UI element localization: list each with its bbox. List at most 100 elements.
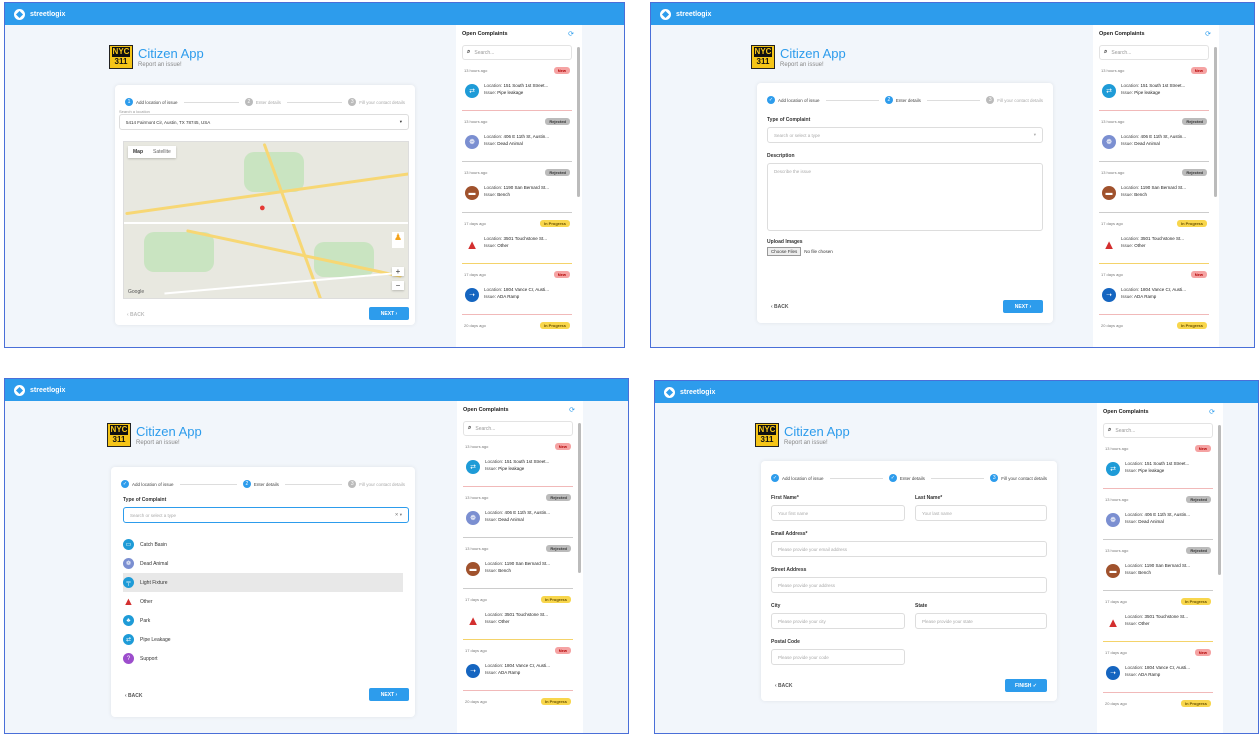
back-button[interactable]: ‹ BACK [775,683,793,689]
ramp-icon: ➝ [1106,666,1120,680]
complaint-item[interactable]: 20 days ago In Progress [463,696,573,733]
status-badge: New [553,67,570,74]
search-icon: ⌕ [468,425,472,431]
option-other[interactable]: ▲ Other [123,592,403,611]
complaint-type-select[interactable]: Search or select a type ▾ [767,127,1043,143]
complaint-item[interactable]: 13 hours ago Rejected ❁ Location: 406 E 11t… [1099,116,1209,162]
status-badge: New [1194,649,1211,656]
stepper: 1 Add location of issue 2 Enter details 3F… [125,97,405,107]
option-catch-basin[interactable]: ▭ Catch Basin [123,535,403,554]
complaint-list: 13 hours ago New ⇄ Location: 151 South 1st … [1103,443,1213,733]
status-badge: New [554,647,571,654]
complaint-item[interactable]: 13 hours ago Rejected ❁ Location: 406 E 11t… [463,492,573,538]
complaint-item[interactable]: 17 days ago New ➝ Location: 1804 Vance Cr, … [1103,647,1213,693]
streetlogix-logo-icon [14,8,25,20]
complaint-item[interactable]: 13 hours ago Rejected ▬ Location: 1190 San … [463,543,573,589]
complaint-item[interactable]: 13 hours ago Rejected ▬ Location: 1190 San … [1099,167,1209,213]
location-pin-icon[interactable]: ● [259,202,266,214]
back-button[interactable]: ‹ BACK [125,693,143,699]
animal-icon: ❁ [1106,513,1120,527]
finish-button[interactable]: FINISH ✓ [1005,679,1047,692]
last-name-label: Last Name* [915,495,943,501]
complaint-item[interactable]: 20 days ago In Progress [1103,698,1213,733]
file-upload-input[interactable]: Choose Files No file chosen [767,247,833,256]
bench-icon: ▬ [466,562,480,576]
city-label: City [771,603,781,609]
zoom-in-button[interactable]: + [392,267,404,276]
complaint-item[interactable]: 13 hours ago New ⇄ Location: 151 South 1st … [1103,443,1213,489]
screen-type-dropdown: streetlogix NYC 311 Citizen App Report an … [4,378,629,734]
complaint-item[interactable]: 17 days ago In Progress ▲ Location: 3501 To… [1099,218,1209,264]
location-search-input[interactable]: 5414 Fairmont Cir, Austin, TX 78745, USA… [119,114,409,130]
description-textarea[interactable]: Describe the issue [767,163,1043,231]
refresh-icon[interactable]: ⟳ [1205,30,1211,38]
complaints-sidebar: Open Complaints ⟳ ⌕ Search... 13 hours ag… [457,401,583,733]
option-light-fixture[interactable]: ╤ Light Fixture [123,573,403,592]
screen-contact-step: streetlogix NYC 311 Citizen App Report an … [654,380,1259,734]
complaint-item[interactable]: 17 days ago New ➝ Location: 1804 Vance Cr, … [463,645,573,691]
status-badge: In Progress [539,220,570,227]
next-button[interactable]: NEXT › [369,688,409,701]
brand-name: streetlogix [30,10,66,18]
option-dead-animal[interactable]: ❁ Dead Animal [123,554,403,573]
postal-code-input[interactable]: Please provide your code [771,649,905,665]
sidebar-scrollbar[interactable] [578,423,581,573]
map-view[interactable]: Map Satellite ● + − ♟ Google [123,141,409,299]
app-header: NYC 311 Citizen App Report an issue! [755,423,850,447]
complaint-item[interactable]: 13 hours ago New ⇄ Location: 151 South 1st … [463,441,573,487]
complaint-item[interactable]: 13 hours ago Rejected ▬ Location: 1190 San … [1103,545,1213,591]
complaint-item[interactable]: 17 days ago New ➝ Location: 1804 Vance Cr, … [462,269,572,315]
pipe-icon: ⇄ [1102,84,1116,98]
refresh-icon[interactable]: ⟳ [568,30,574,38]
status-badge: Rejected [1186,496,1211,503]
zoom-out-button[interactable]: − [392,281,404,290]
search-icon: ⌕ [1108,427,1112,433]
sidebar-scrollbar[interactable] [1214,47,1217,197]
complaint-item[interactable]: 17 days ago New ➝ Location: 1804 Vance Cr, … [1099,269,1209,315]
complaint-item[interactable]: 13 hours ago Rejected ❁ Location: 406 E 11t… [462,116,572,162]
option-park[interactable]: ♣ Park [123,611,403,630]
email-input[interactable]: Please provide your email address [771,541,1047,557]
complaint-search-input[interactable]: ⌕ Search... [463,421,573,436]
complaint-search-input[interactable]: ⌕ Search... [1103,423,1213,438]
complaint-item[interactable]: 17 days ago In Progress ▲ Location: 3501 To… [462,218,572,264]
step-contact: 3 Fill your contact details [348,480,405,488]
complaint-item[interactable]: 13 hours ago New ⇄ Location: 151 South 1st … [1099,65,1209,111]
status-badge: New [1194,445,1211,452]
animal-icon: ❁ [466,511,480,525]
complaint-item[interactable]: 17 days ago In Progress ▲ Location: 3501 To… [463,594,573,640]
last-name-input[interactable]: Your last name [915,505,1047,521]
complaint-item[interactable]: 17 days ago In Progress ▲ Location: 3501 To… [1103,596,1213,642]
complaint-search-input[interactable]: ⌕ Search... [1099,45,1209,60]
sidebar-scrollbar[interactable] [577,47,580,197]
complaint-item[interactable]: 20 days ago In Progress [1099,320,1209,347]
top-bar: streetlogix [5,3,624,25]
complaint-type-select[interactable]: Search or select a type ✕ ▾ [123,507,409,523]
pegman-icon[interactable]: ♟ [392,232,404,248]
complaint-item[interactable]: 20 days ago In Progress [462,320,572,347]
warning-icon: ▲ [1106,614,1120,630]
page-title: Citizen App [136,424,202,439]
city-input[interactable]: Please provide your city [771,613,905,629]
back-button[interactable]: ‹ BACK [771,304,789,310]
satellite-tab[interactable]: Satellite [148,146,176,158]
next-button[interactable]: NEXT › [1003,300,1043,313]
option-pipe-leakage[interactable]: ⇄ Pipe Leakage [123,630,403,649]
step-details: 2 Enter details [884,96,921,104]
sidebar-scrollbar[interactable] [1218,425,1221,575]
state-input[interactable]: Please provide your state [915,613,1047,629]
refresh-icon[interactable]: ⟳ [569,406,575,414]
status-badge: New [1190,271,1207,278]
refresh-icon[interactable]: ⟳ [1209,408,1215,416]
complaint-search-input[interactable]: ⌕ Search... [462,45,572,60]
complaint-item[interactable]: 13 hours ago New ⇄ Location: 151 South 1st … [462,65,572,111]
complaint-item[interactable]: 13 hours ago Rejected ❁ Location: 406 E 11t… [1103,494,1213,540]
street-input[interactable]: Please provide your address [771,577,1047,593]
complaint-item[interactable]: 13 hours ago Rejected ▬ Location: 1190 San … [462,167,572,213]
map-tab[interactable]: Map [128,146,148,158]
option-support[interactable]: ? Support [123,649,403,668]
next-button[interactable]: NEXT › [369,307,409,320]
map-type-toggle[interactable]: Map Satellite [128,146,176,158]
back-button[interactable]: ‹ BACK [127,312,145,318]
first-name-input[interactable]: Your first name [771,505,905,521]
